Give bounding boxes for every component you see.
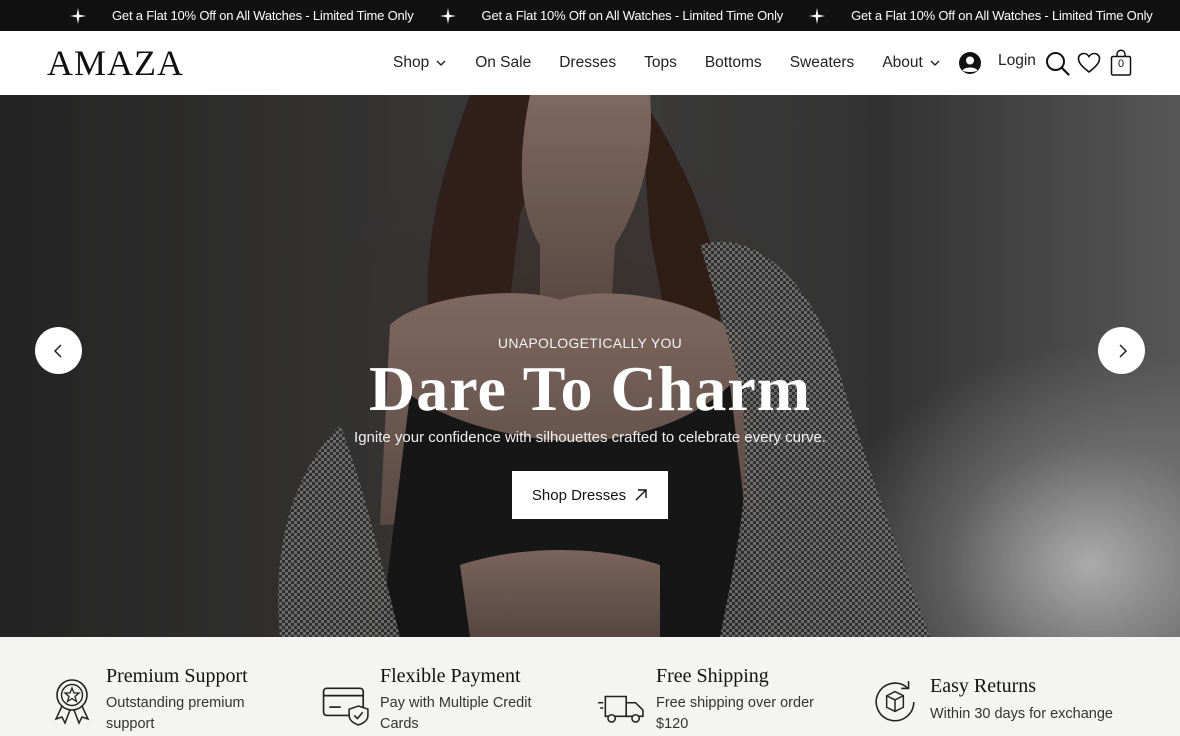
- wishlist-heart-icon[interactable]: [1077, 51, 1101, 75]
- sparkle-icon: [70, 7, 86, 24]
- sparkle-icon: [439, 7, 456, 24]
- nav-item-label: Sweaters: [789, 54, 855, 71]
- feature-title: Flexible Payment: [380, 665, 521, 687]
- nav-item-label: Bottoms: [704, 54, 762, 71]
- login-link[interactable]: Login: [998, 52, 1036, 70]
- carousel-next-button[interactable]: [1098, 327, 1145, 374]
- nav-item-dresses[interactable]: Dresses: [559, 54, 616, 72]
- feature-title: Easy Returns: [930, 675, 1037, 697]
- feature-desc: Within 30 days for exchange: [930, 706, 1113, 722]
- hero-eyebrow: UNAPOLOGETICALLY YOU: [497, 335, 683, 351]
- account-icon[interactable]: [958, 51, 982, 75]
- site-header: AMAZA Shop On Sale Dresses Tops Bottoms …: [0, 31, 1180, 95]
- nav-item-label: Dresses: [559, 54, 617, 71]
- chevron-left-icon: [53, 343, 62, 358]
- sparkle-icon: [809, 7, 826, 24]
- chevron-down-icon: [930, 60, 940, 66]
- nav-item-tops[interactable]: Tops: [644, 54, 677, 72]
- credit-card-check-icon: [322, 687, 369, 726]
- announcement-bar: Get a Flat 10% Off on All Watches - Limi…: [0, 0, 1180, 31]
- feature-desc: Pay with Multiple Credit Cards: [380, 695, 532, 732]
- brand-logo[interactable]: AMAZA: [47, 43, 184, 83]
- announcement-text: Get a Flat 10% Off on All Watches - Limi…: [481, 8, 784, 23]
- chevron-down-icon: [436, 60, 446, 66]
- main-nav: Shop On Sale Dresses Tops Bottoms Sweate…: [393, 31, 941, 95]
- feature-title: Free Shipping: [656, 665, 769, 687]
- award-ribbon-icon: [54, 679, 90, 725]
- announcement-item: Get a Flat 10% Off on All Watches - Limi…: [783, 7, 1153, 24]
- feature-title: Premium Support: [106, 665, 248, 687]
- shop-dresses-button[interactable]: Shop Dresses: [512, 471, 668, 519]
- features-strip: Premium Support Outstanding premium supp…: [0, 637, 1180, 736]
- hero-subline: Ignite your confidence with silhouettes …: [354, 429, 826, 446]
- hero-banner: UNAPOLOGETICALLY YOU Dare To Charm Ignit…: [0, 95, 1180, 637]
- announcement-item: Get a Flat 10% Off on All Watches - Limi…: [414, 7, 784, 24]
- announcement-item: Get a Flat 10% Off on All Watches - Limi…: [0, 7, 414, 24]
- search-icon[interactable]: [1045, 51, 1070, 76]
- nav-item-label: Shop: [393, 54, 430, 71]
- nav-item-sweaters[interactable]: Sweaters: [790, 54, 855, 72]
- carousel-prev-button[interactable]: [35, 327, 82, 374]
- nav-item-label: Tops: [644, 54, 677, 71]
- arrow-up-right-icon: [635, 489, 647, 501]
- announcement-text: Get a Flat 10% Off on All Watches - Limi…: [851, 8, 1153, 23]
- chevron-right-icon: [1118, 343, 1127, 358]
- nav-item-shop[interactable]: Shop: [393, 54, 447, 72]
- nav-item-bottoms[interactable]: Bottoms: [705, 54, 762, 72]
- announcement-text: Get a Flat 10% Off on All Watches - Limi…: [112, 8, 414, 23]
- nav-item-about[interactable]: About: [882, 54, 941, 72]
- shop-dresses-label: Shop Dresses: [531, 486, 627, 504]
- delivery-truck-icon: [598, 695, 644, 723]
- feature-desc: Outstanding premium support: [106, 695, 245, 732]
- hero-headline: Dare To Charm: [368, 353, 812, 424]
- return-box-icon: [875, 681, 915, 722]
- cart-count: 0: [1117, 58, 1125, 70]
- feature-desc: Free shipping over order $120: [656, 695, 814, 732]
- nav-item-on-sale[interactable]: On Sale: [475, 54, 531, 72]
- nav-item-label: On Sale: [475, 54, 532, 71]
- nav-item-label: About: [882, 54, 923, 71]
